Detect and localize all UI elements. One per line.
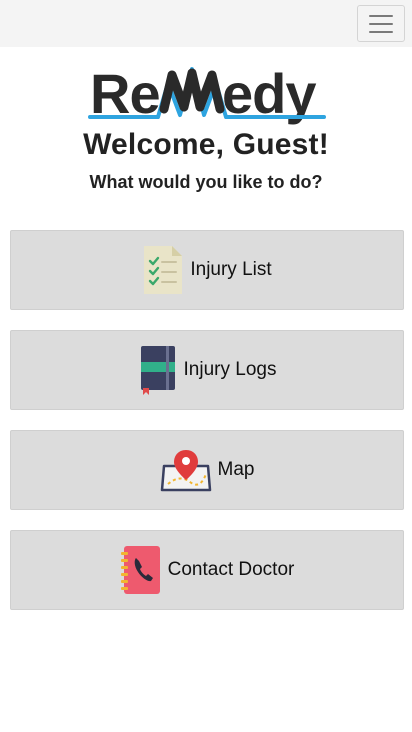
map-button[interactable]: Map — [10, 430, 404, 510]
logbook-icon — [138, 344, 178, 396]
checklist-document-icon — [142, 244, 184, 296]
phone-book-icon — [120, 544, 162, 596]
map-label: Map — [217, 459, 255, 480]
top-navbar — [0, 0, 412, 47]
injury-logs-label: Injury Logs — [183, 359, 277, 380]
welcome-subtitle: What would you like to do? — [89, 172, 323, 192]
hamburger-menu-button[interactable] — [357, 5, 405, 42]
contact-doctor-button[interactable]: Contact Doctor — [10, 530, 404, 610]
hamburger-icon — [369, 14, 393, 17]
injury-logs-button[interactable]: Injury Logs — [10, 330, 404, 410]
contact-doctor-label: Contact Doctor — [167, 559, 295, 580]
injury-list-label: Injury List — [190, 259, 272, 280]
injury-list-button[interactable]: Injury List — [10, 230, 404, 310]
map-pin-icon — [160, 446, 212, 494]
remedy-logo: Re edy — [88, 61, 326, 125]
welcome-title: Welcome, Guest! — [83, 128, 329, 161]
